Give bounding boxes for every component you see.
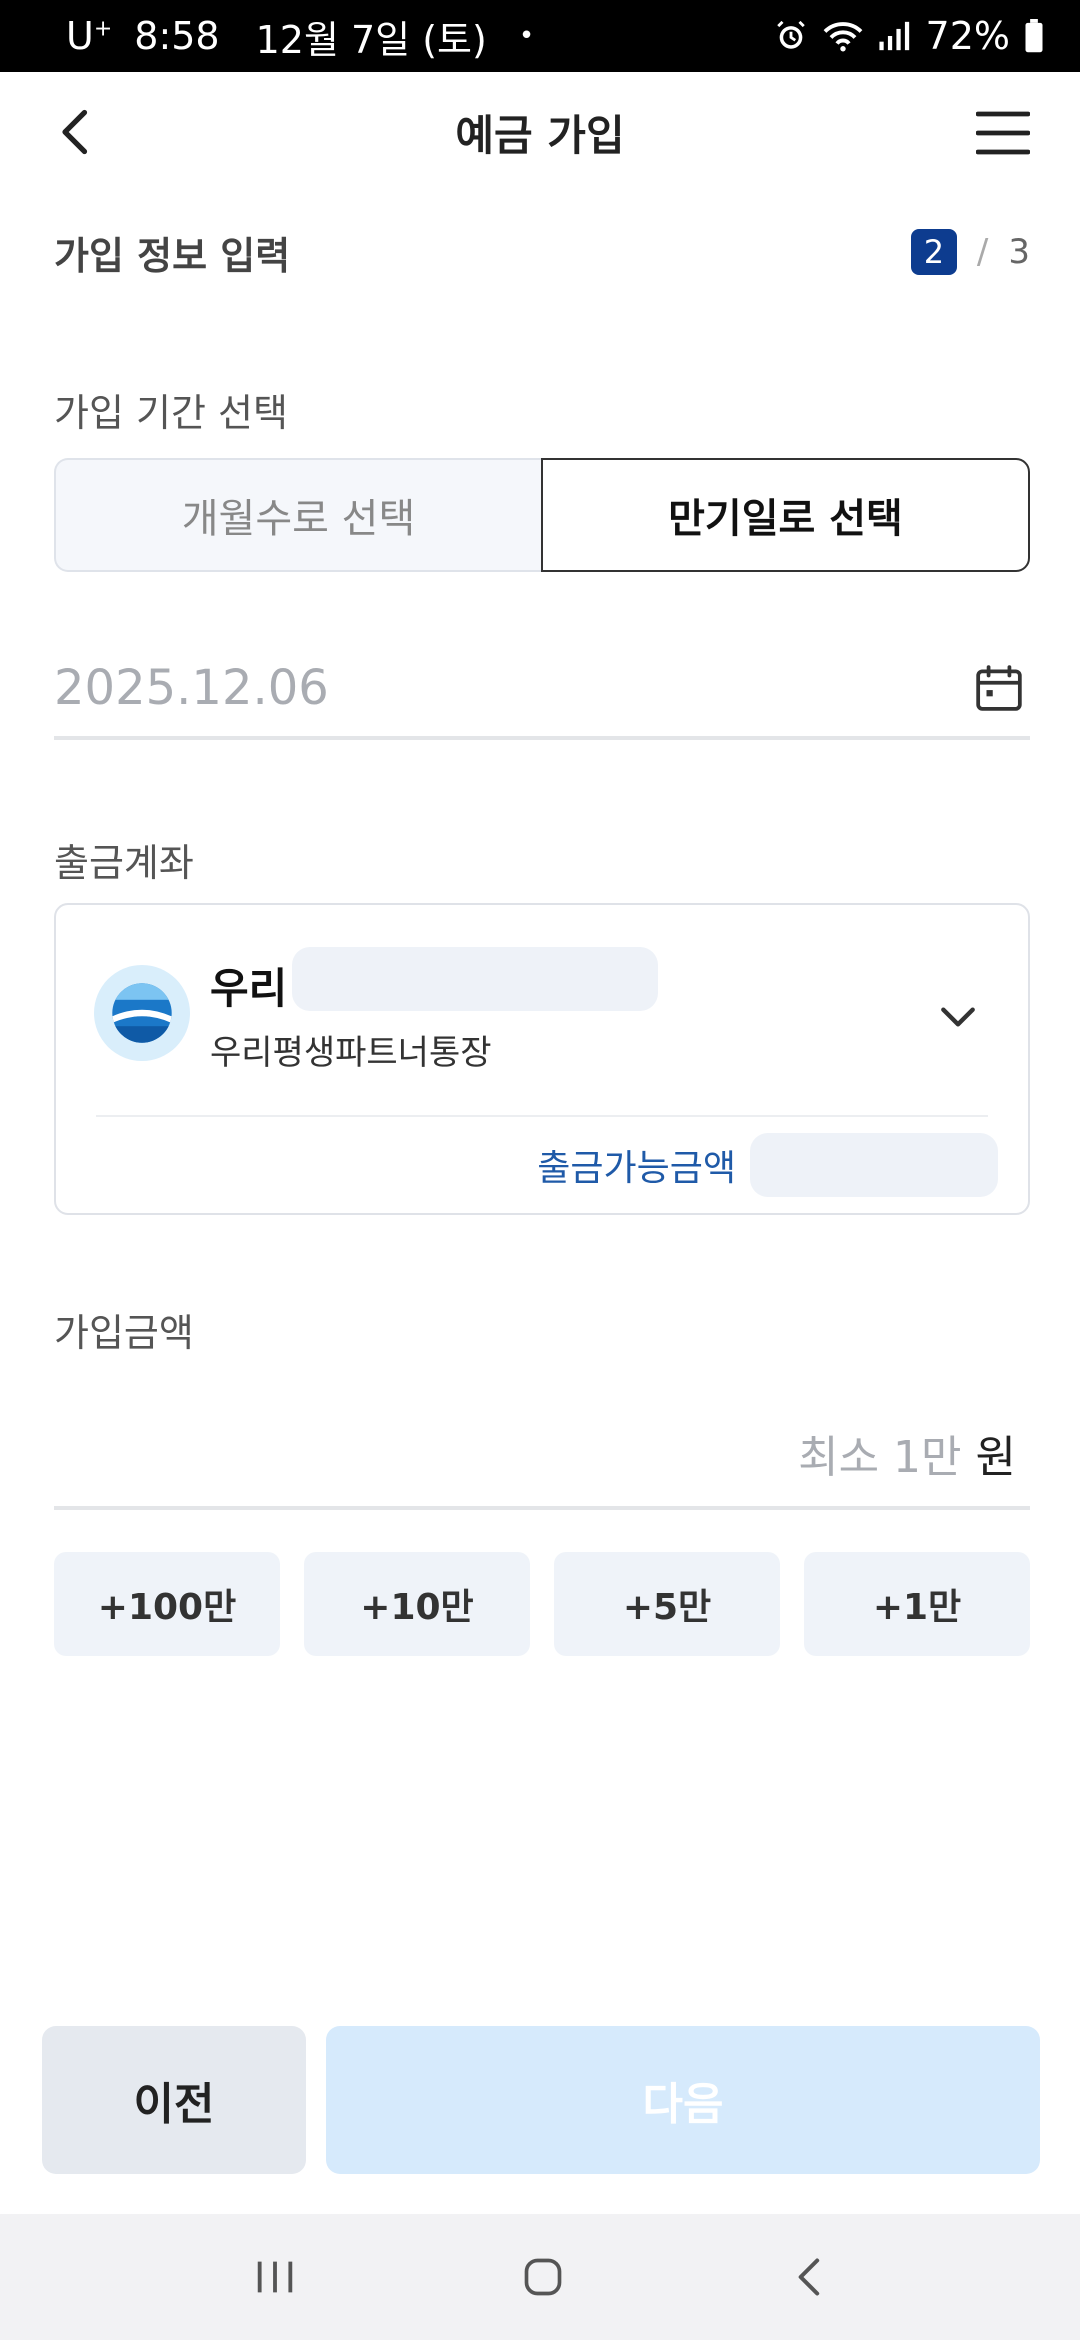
add-1000000-button[interactable]: +100만: [54, 1552, 280, 1656]
status-time: 8:58: [134, 14, 220, 58]
calendar-icon[interactable]: [974, 663, 1024, 713]
chevron-down-icon[interactable]: [936, 995, 980, 1039]
back-arrow-icon[interactable]: [52, 106, 104, 158]
page-title: 예금 가입: [455, 110, 625, 160]
period-segmented-control: 개월수로 선택 만기일로 선택: [54, 458, 1030, 572]
total-steps: 3: [1008, 232, 1030, 272]
recent-apps-icon[interactable]: [252, 2257, 298, 2297]
alarm-icon: [776, 20, 805, 49]
status-date: 12월 7일 (토): [255, 17, 487, 62]
bank-logo-icon: [112, 983, 172, 1043]
step-indicator: 2 / 3: [910, 229, 1030, 275]
card-divider: [96, 1115, 988, 1117]
app-header: 예금 가입: [0, 72, 1080, 192]
current-step-badge: 2: [910, 229, 957, 275]
add-10000-button[interactable]: +1만: [804, 1552, 1030, 1656]
amount-unit: 원: [975, 1432, 1016, 1483]
menu-icon[interactable]: [976, 110, 1030, 156]
battery-percent: 72%: [925, 14, 1010, 58]
battery-icon: [1025, 19, 1043, 53]
deposit-amount-label: 가입금액: [54, 1311, 194, 1355]
available-balance-masked: [750, 1133, 998, 1197]
maturity-date-value: 2025.12.06: [54, 660, 329, 716]
step-title: 가입 정보 입력: [54, 233, 291, 278]
next-button[interactable]: 다음: [326, 2026, 1040, 2174]
segment-months-button[interactable]: 개월수로 선택: [54, 458, 541, 572]
amount-placeholder: 최소 1만: [798, 1432, 962, 1483]
quick-amount-buttons: +100만 +10만 +5만 +1만: [54, 1552, 1030, 1656]
add-50000-button[interactable]: +5만: [554, 1552, 780, 1656]
signal-icon: [878, 21, 909, 51]
home-icon[interactable]: [521, 2255, 565, 2299]
account-product-name: 우리평생파트너통장: [210, 1033, 492, 1073]
account-bank-name: 우리: [210, 964, 288, 1013]
account-number-masked: [292, 947, 658, 1011]
carrier-label: U+: [66, 14, 113, 58]
woori-bank-logo: [94, 965, 190, 1061]
status-bar: U+ 8:58 12월 7일 (토) • 72%: [0, 0, 1080, 72]
system-navigation-bar: [0, 2214, 1080, 2340]
maturity-date-field[interactable]: 2025.12.06: [54, 640, 1030, 740]
available-balance-label: 출금가능금액: [537, 1148, 736, 1189]
withdrawal-account-selector[interactable]: 우리 우리평생파트너통장 출금가능금액: [54, 903, 1030, 1215]
step-separator: /: [976, 232, 989, 272]
system-back-icon[interactable]: [788, 2255, 828, 2299]
deposit-amount-input[interactable]: 최소 1만 원: [54, 1400, 1030, 1510]
segment-maturity-date-button[interactable]: 만기일로 선택: [541, 458, 1030, 572]
previous-button[interactable]: 이전: [42, 2026, 306, 2174]
withdrawal-account-label: 출금계좌: [54, 841, 194, 885]
add-100000-button[interactable]: +10만: [304, 1552, 530, 1656]
step-progress: 가입 정보 입력 2 / 3: [54, 222, 1030, 282]
wifi-icon: [823, 22, 862, 52]
notification-dot: •: [518, 21, 535, 51]
period-label: 가입 기간 선택: [54, 391, 288, 435]
